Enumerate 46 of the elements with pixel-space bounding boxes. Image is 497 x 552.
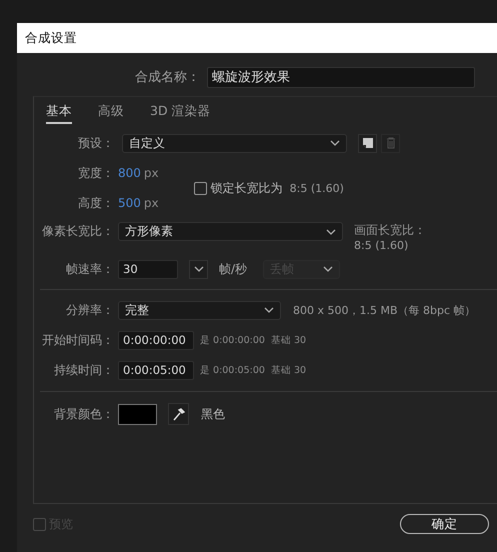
frame-aspect-value: 8:5 (1.60) <box>354 238 410 253</box>
save-preset-icon[interactable] <box>358 134 377 152</box>
caret-icon <box>194 266 204 272</box>
unit-label: px <box>144 196 159 210</box>
field-label: 开始时间码： <box>41 332 115 348</box>
dropdown[interactable]: 完整 <box>118 300 281 320</box>
resolution-info: 800 x 500，1.5 MB（每 8bpc 帧） <box>293 302 476 318</box>
checkbox-label: 锁定长宽比为 <box>210 180 283 196</box>
color-name: 黑色 <box>201 406 225 422</box>
timebase-info: 基础 30 <box>270 334 306 346</box>
field-label: 预设： <box>77 134 115 152</box>
unit-label: px <box>144 166 159 180</box>
field-label: 像素长宽比： <box>41 223 115 240</box>
field-label: 背景颜色： <box>53 406 115 422</box>
unit-label: 帧/秒 <box>219 260 248 278</box>
dropdown[interactable]: 自定义 <box>122 134 347 152</box>
ok-button[interactable]: 确定 <box>400 514 489 534</box>
tab[interactable]: 3D 渲染器 <box>150 102 211 124</box>
height-value[interactable]: 500 <box>118 196 141 210</box>
checkbox[interactable] <box>194 182 207 194</box>
caret-icon <box>264 307 274 313</box>
timecode-field[interactable]: 0:00:00:00 <box>118 330 194 350</box>
width-value[interactable]: 800 <box>118 166 141 180</box>
color-swatch[interactable] <box>118 404 157 424</box>
timecode-info: 是 0:00:00:00 <box>200 334 265 346</box>
caret-icon <box>323 266 334 272</box>
caret-icon <box>326 228 336 234</box>
field-label: 帧速率： <box>65 260 115 278</box>
tab[interactable]: 基本 <box>46 102 72 124</box>
frame-aspect-label: 画面长宽比： <box>354 223 426 238</box>
caret-icon <box>330 140 340 146</box>
timebase-info: 基础 30 <box>270 364 306 376</box>
timecode-info: 是 0:00:05:00 <box>200 364 265 376</box>
field-label: 合成名称： <box>134 69 201 86</box>
field-label: 分辨率： <box>65 302 115 318</box>
dropdown[interactable]: 方形像素 <box>118 222 343 241</box>
aspect-ratio-text: 8:5 (1.60) <box>290 182 344 194</box>
name-field[interactable]: 螺旋波形效果 <box>207 66 475 88</box>
timecode-field[interactable]: 0:00:05:00 <box>118 360 194 380</box>
frame-rate-dropdown[interactable] <box>189 260 208 278</box>
tab[interactable]: 高级 <box>98 102 124 124</box>
window-title: 合成设置 <box>17 23 497 53</box>
frame-rate-field[interactable]: 30 <box>118 260 178 278</box>
field-label: 宽度： <box>77 164 115 182</box>
field-label: 高度： <box>77 194 115 212</box>
field-label: 持续时间： <box>53 362 115 378</box>
